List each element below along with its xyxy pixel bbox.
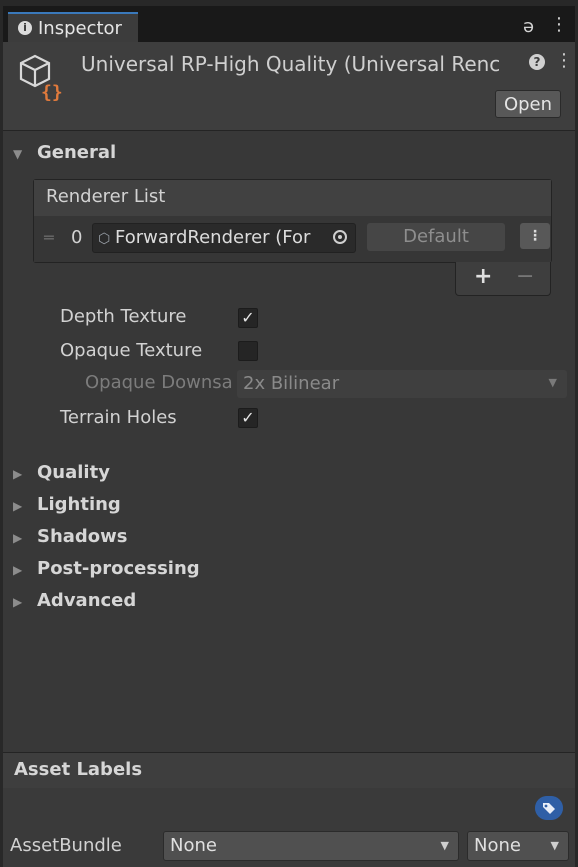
asset-bundle-name-value: None (170, 835, 217, 856)
opaque-downsampling-dropdown: 2x Bilinear ▼ (237, 370, 567, 398)
inspector-panel: {} Universal RP-High Quality (Universal … (3, 42, 575, 867)
asset-labels-title: Asset Labels (14, 759, 143, 780)
collapsed-arrow-icon: ▶ (13, 563, 23, 577)
collapsed-arrow-icon: ▶ (13, 595, 23, 609)
asset-labels-header[interactable]: Asset Labels (3, 752, 575, 790)
renderer-asset-icon: ⬡ (98, 231, 111, 247)
renderer-list-footer: + − (455, 262, 551, 296)
opaque-texture-checkbox[interactable] (238, 341, 258, 361)
asset-title: Universal RP-High Quality (Universal Ren… (81, 52, 501, 76)
asset-bundle-variant-dropdown[interactable]: None ▼ (467, 831, 569, 861)
renderer-object-field[interactable]: ⬡ ForwardRenderer (For (92, 223, 356, 253)
renderer-item-menu-button[interactable]: ⋮ (520, 223, 550, 249)
tab-label: Inspector (38, 18, 122, 39)
terrain-holes-label: Terrain Holes (60, 407, 177, 428)
add-renderer-button[interactable]: + (474, 264, 492, 289)
asset-bundle-variant-value: None (474, 835, 521, 856)
opaque-downsampling-label: Opaque Downsa (85, 372, 233, 393)
dropdown-arrow-icon: ▼ (548, 376, 557, 389)
foldout-quality[interactable]: ▶ Quality (13, 462, 110, 483)
expanded-arrow-icon: ▼ (13, 147, 23, 161)
asset-bundle-name-dropdown[interactable]: None ▼ (163, 831, 459, 861)
header-menu-icon[interactable]: ⋮ (555, 50, 573, 71)
foldout-general[interactable]: ▼ General (13, 142, 116, 163)
tab-inspector[interactable]: i Inspector (8, 12, 138, 42)
opaque-texture-label: Opaque Texture (60, 340, 203, 361)
foldout-lighting[interactable]: ▶ Lighting (13, 494, 121, 515)
asset-bundle-label: AssetBundle (10, 835, 122, 856)
help-icon[interactable]: ? (529, 54, 545, 70)
inspector-window: i Inspector ə ⋮ {} Universal RP-High Qua… (0, 0, 578, 867)
info-icon: i (18, 21, 32, 35)
renderer-index: 0 (71, 227, 83, 248)
renderer-list-header: Renderer List (34, 180, 551, 217)
renderer-name: ForwardRenderer (For (115, 227, 311, 248)
object-picker-icon[interactable] (333, 230, 347, 244)
dropdown-arrow-icon: ▼ (550, 839, 559, 852)
collapsed-arrow-icon: ▶ (13, 531, 23, 545)
lock-icon[interactable]: ə (523, 16, 534, 37)
asset-labels-footer: AssetBundle None ▼ None ▼ (3, 788, 575, 867)
tab-bar: i Inspector ə ⋮ (3, 6, 575, 42)
collapsed-arrow-icon: ▶ (13, 499, 23, 513)
opaque-downsampling-value: 2x Bilinear (243, 373, 340, 394)
renderer-list: Renderer List ═ 0 ⬡ ForwardRenderer (For… (33, 179, 552, 263)
set-default-button[interactable]: Default (367, 223, 505, 251)
foldout-shadows[interactable]: ▶ Shadows (13, 526, 128, 547)
depth-texture-label: Depth Texture (60, 306, 187, 327)
drag-handle-icon[interactable]: ═ (44, 228, 54, 247)
collapsed-arrow-icon: ▶ (13, 467, 23, 481)
foldout-post-processing[interactable]: ▶ Post-processing (13, 558, 200, 579)
asset-header: {} Universal RP-High Quality (Universal … (3, 42, 575, 131)
renderer-list-item: ═ 0 ⬡ ForwardRenderer (For Default ⋮ (34, 216, 551, 262)
tag-icon[interactable] (535, 796, 563, 820)
remove-renderer-button[interactable]: − (516, 264, 534, 289)
svg-text:{}: {} (41, 82, 63, 102)
scriptable-object-icon: {} (19, 54, 63, 102)
terrain-holes-checkbox[interactable]: ✓ (238, 408, 258, 428)
renderer-list-title: Renderer List (46, 186, 166, 207)
window-menu-icon[interactable]: ⋮ (550, 14, 568, 35)
open-button[interactable]: Open (495, 90, 561, 118)
dropdown-arrow-icon: ▼ (440, 839, 449, 852)
foldout-advanced[interactable]: ▶ Advanced (13, 590, 136, 611)
depth-texture-checkbox[interactable]: ✓ (238, 308, 258, 328)
